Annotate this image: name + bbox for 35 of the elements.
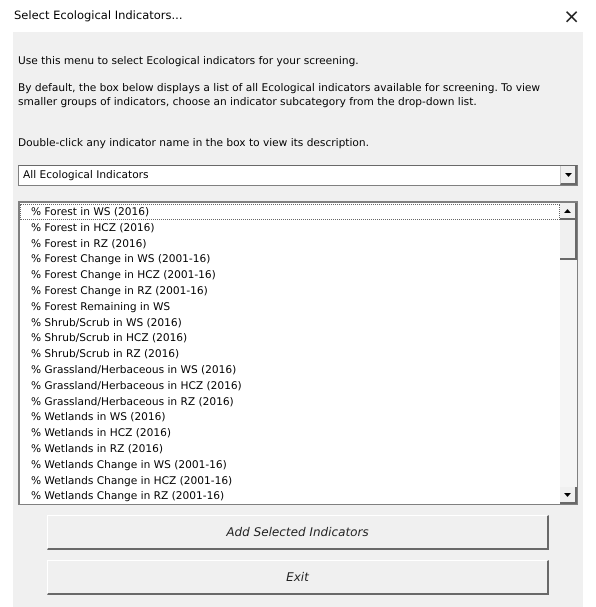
scrollbar[interactable] bbox=[560, 203, 577, 504]
instruction-text: Double-click any indicator name in the box to view its description. bbox=[18, 136, 370, 150]
list-item[interactable]: % Grassland/Herbaceous in RZ (2016) bbox=[20, 394, 560, 410]
list-item[interactable]: % Grassland/Herbaceous in WS (2016) bbox=[20, 362, 560, 378]
dialog-button[interactable]: Exit bbox=[47, 560, 549, 595]
list-item[interactable]: % Shrub/Scrub in RZ (2016) bbox=[20, 346, 560, 362]
list-item[interactable]: % Shrub/Scrub in WS (2016) bbox=[20, 314, 560, 330]
list-item[interactable]: % Forest Change in WS (2001-16) bbox=[20, 251, 560, 268]
list-item[interactable]: % Forest in HCZ (2016) bbox=[20, 220, 560, 236]
list-item[interactable]: % Forest in WS (2016) bbox=[20, 204, 560, 220]
scroll-thumb[interactable] bbox=[560, 220, 577, 260]
category-dropdown[interactable]: All Ecological Indicators bbox=[18, 165, 578, 186]
list-item[interactable]: % Wetlands in WS (2016) bbox=[20, 409, 560, 426]
scroll-up-button[interactable] bbox=[560, 203, 577, 220]
up-arrow-icon bbox=[564, 208, 571, 212]
list-item[interactable]: % Wetlands Change in RZ (2001-16) bbox=[20, 488, 560, 504]
dropdown-arrow-icon bbox=[564, 172, 572, 176]
list-item[interactable]: % Forest Change in HCZ (2001-16) bbox=[20, 267, 560, 283]
dropdown-value: All Ecological Indicators bbox=[22, 168, 150, 183]
list-item[interactable]: % Wetlands in HCZ (2016) bbox=[20, 425, 560, 441]
dialog-button[interactable]: Add Selected Indicators bbox=[47, 515, 549, 550]
window-title: Select Ecological Indicators... bbox=[14, 7, 182, 24]
down-arrow-icon bbox=[564, 492, 571, 496]
list-item[interactable]: % Wetlands Change in HCZ (2001-16) bbox=[20, 472, 560, 488]
instruction-text: Use this menu to select Ecological indicators for your screening. bbox=[18, 54, 360, 68]
list-item[interactable]: % Shrub/Scrub in HCZ (2016) bbox=[20, 330, 560, 346]
list-item[interactable]: % Wetlands in RZ (2016) bbox=[20, 440, 560, 457]
list-item[interactable]: % Forest Change in RZ (2001-16) bbox=[20, 282, 560, 299]
list-item[interactable]: % Forest Remaining in WS bbox=[20, 298, 560, 315]
instruction-text: By default, the box below displays a list of all Ecological indicators available for screening. To view smaller groups of indicators, choose an indicator subcategory from the drop-down list. bbox=[18, 81, 542, 109]
close-button[interactable]: × bbox=[561, 6, 582, 26]
list-item[interactable]: % Forest in RZ (2016) bbox=[20, 236, 560, 252]
list-item[interactable]: % Grassland/Herbaceous in HCZ (2016) bbox=[20, 378, 560, 394]
scroll-down-button[interactable] bbox=[560, 487, 577, 504]
list-item[interactable]: % Wetlands Change in WS (2001-16) bbox=[20, 456, 560, 473]
